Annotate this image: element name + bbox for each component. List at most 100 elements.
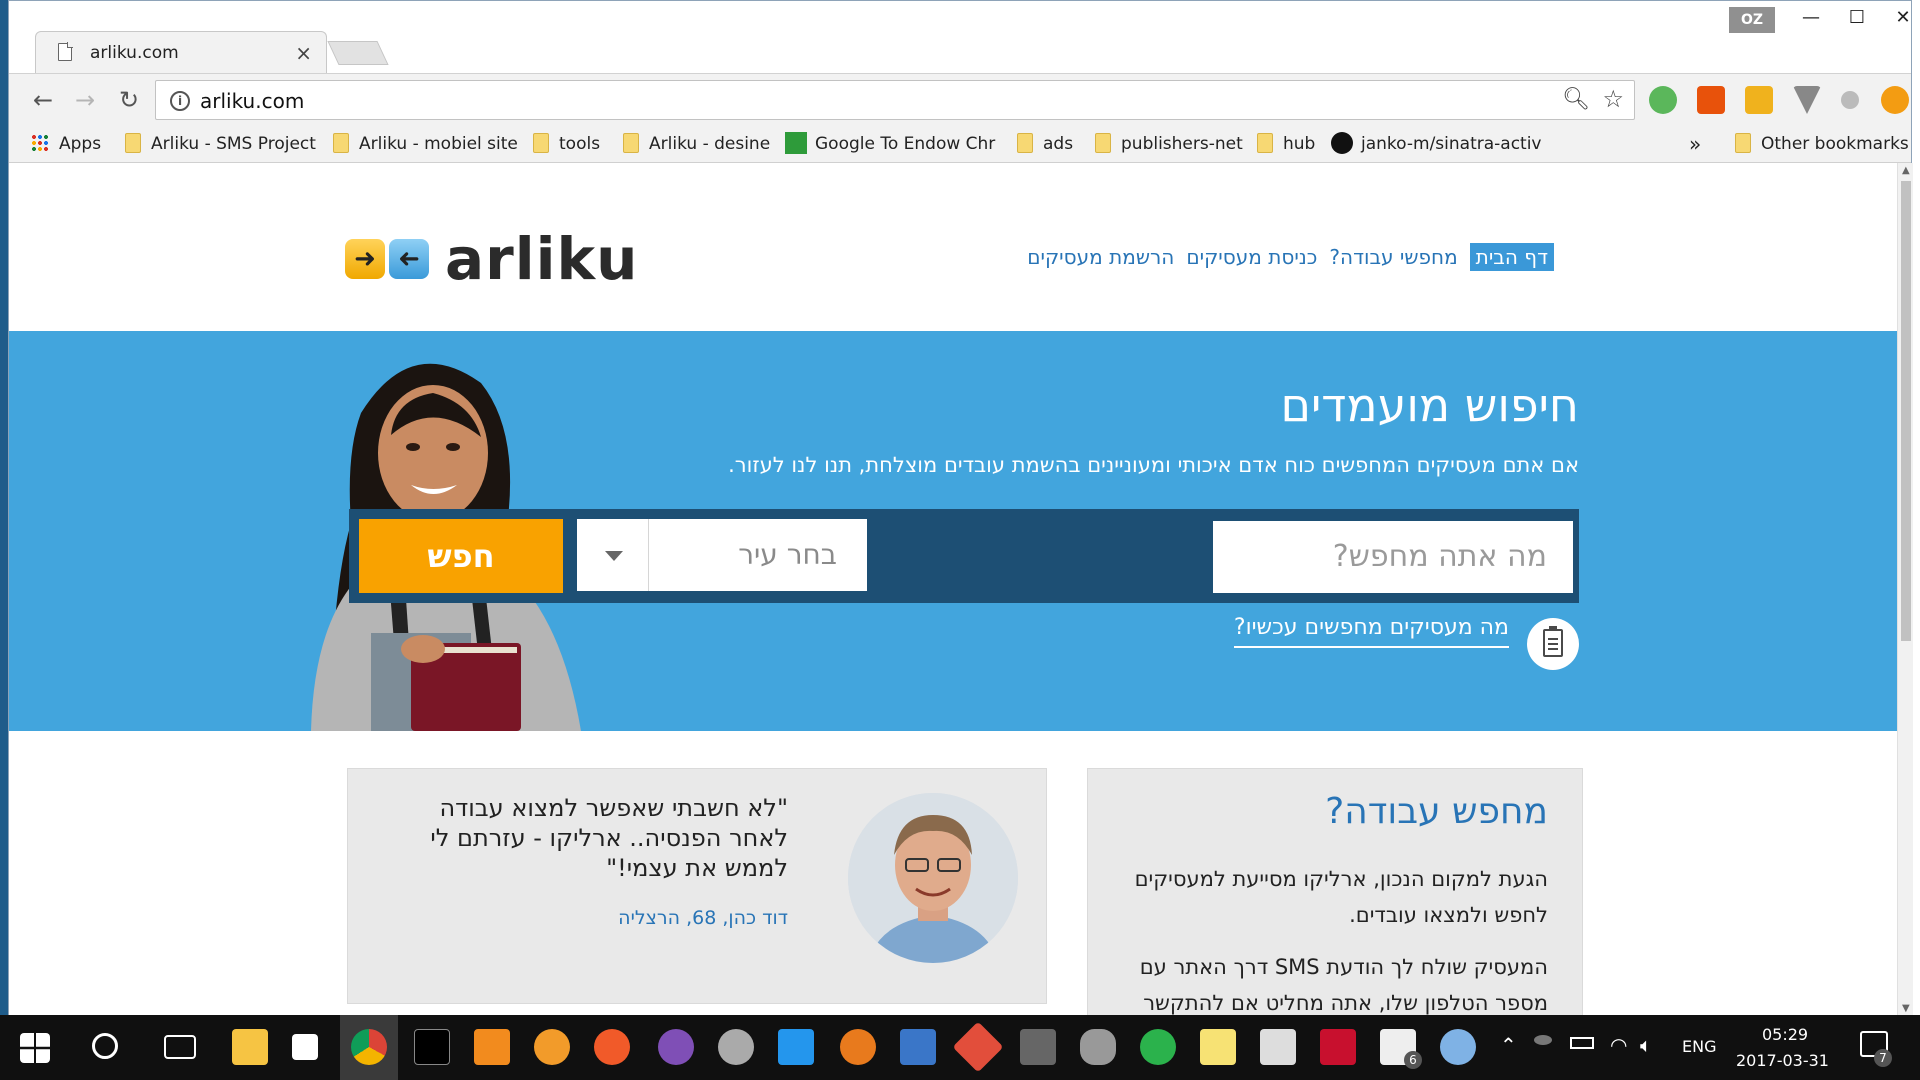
windows-start-icon[interactable] <box>20 1033 50 1063</box>
pencil-app-icon[interactable] <box>594 1029 630 1065</box>
testimonial-avatar <box>848 793 1018 963</box>
extension-puzzle-icon[interactable] <box>1649 86 1677 114</box>
city-select-value: בחר עיר <box>738 538 837 571</box>
search-input[interactable]: מה אתה מחפש? <box>1213 521 1573 593</box>
city-select[interactable]: בחר עיר <box>577 519 867 591</box>
other-bookmarks[interactable]: Other bookmarks <box>1735 131 1909 157</box>
clock-date[interactable]: 2017-03-31 <box>1736 1051 1829 1070</box>
file-explorer-icon[interactable] <box>232 1029 268 1065</box>
folder-icon <box>333 133 349 153</box>
nav-employer-login[interactable]: כניסת מעסיקים <box>1186 245 1317 269</box>
reload-icon[interactable]: ↻ <box>113 84 145 116</box>
media-player-icon[interactable] <box>534 1029 570 1065</box>
address-bar[interactable]: i arliku.com 🔍︎ ☆ <box>155 80 1635 120</box>
scroll-up-icon[interactable]: ▲ <box>1902 165 1910 176</box>
viber-icon[interactable] <box>658 1029 694 1065</box>
desktop-background <box>0 0 8 1015</box>
sticky-notes-icon[interactable] <box>1200 1029 1236 1065</box>
bookmark-sinatra[interactable]: janko-m/sinatra-activ <box>1331 131 1551 157</box>
bookmark-tools[interactable]: tools <box>533 131 600 157</box>
task-view-icon[interactable] <box>164 1035 196 1059</box>
bookmark-apps[interactable]: Apps <box>31 131 101 157</box>
tab-arliku[interactable]: arliku.com × <box>35 31 327 73</box>
browser-toolbar: ← → ↻ i arliku.com 🔍︎ ☆ <box>9 73 1911 125</box>
clock-time[interactable]: 05:29 <box>1762 1025 1808 1044</box>
wifi-icon[interactable]: ◠ <box>1610 1033 1627 1057</box>
page-scrollbar[interactable]: ▲ ▼ <box>1897 163 1913 1016</box>
sublime-text-icon[interactable] <box>474 1029 510 1065</box>
employers-searching-link[interactable]: מה מעסיקים מחפשים עכשיו? <box>1189 615 1509 655</box>
nav-job-seekers[interactable]: מחפשי עבודה? <box>1329 245 1457 269</box>
profile-badge[interactable]: OZ <box>1729 7 1775 33</box>
box-extension-icon[interactable] <box>1745 86 1773 114</box>
close-window-button[interactable]: ✕ <box>1875 3 1920 33</box>
search-bar: חפש בחר עיר מה אתה מחפש? <box>349 509 1579 603</box>
calculator-icon[interactable] <box>1260 1029 1296 1065</box>
scroll-down-icon[interactable]: ▼ <box>1902 1003 1910 1014</box>
store-icon[interactable] <box>292 1034 318 1060</box>
bookmark-arliku-desine[interactable]: Arliku - desine <box>623 131 770 157</box>
language-indicator[interactable]: ENG <box>1682 1037 1716 1056</box>
notifications-badge: 7 <box>1874 1049 1892 1067</box>
arliku-logo[interactable]: ➜ ➜ arliku <box>345 225 645 293</box>
network-app-icon[interactable] <box>900 1029 936 1065</box>
mcafee-icon[interactable] <box>1320 1029 1356 1065</box>
bookmarks-overflow-chevron-icon[interactable]: » <box>1689 131 1701 157</box>
fingerprint-icon[interactable] <box>718 1029 754 1065</box>
main-nav: דף הבית מחפשי עבודה? כניסת מעסיקים הרשמת מע… <box>1001 243 1554 275</box>
database-icon[interactable] <box>1080 1029 1116 1065</box>
nav-employer-signup[interactable]: הרשמת מעסיקים <box>1027 245 1174 269</box>
logo-arrow-left-icon: ➜ <box>389 239 429 279</box>
bookmark-ads[interactable]: ads <box>1017 131 1073 157</box>
testimonial-quote: "לא חשבתי שאפשר למצוא עבודה לאחר הפנסיה.… <box>430 794 788 882</box>
chrome-icon[interactable] <box>351 1029 387 1065</box>
bookmark-publishers-net[interactable]: publishers-net <box>1095 131 1243 157</box>
bookmark-arliku-sms[interactable]: Arliku - SMS Project <box>125 131 316 157</box>
office-extension-icon[interactable] <box>1697 86 1725 114</box>
clipboard-icon[interactable] <box>1527 618 1579 670</box>
whatsapp-icon[interactable] <box>1140 1029 1176 1065</box>
package-app-icon[interactable] <box>1020 1029 1056 1065</box>
job-seekers-paragraph-2: המעסיק שולח לך הודעת SMS דרך האתר עם מספ… <box>1139 955 1548 1015</box>
testimonial-card: "לא חשבתי שאפשר למצוא עבודה לאחר הפנסיה.… <box>347 768 1047 1004</box>
zoom-icon[interactable]: 🔍︎ <box>1562 87 1590 112</box>
chevron-down-icon[interactable] <box>577 519 649 591</box>
git-icon[interactable] <box>952 1021 1004 1073</box>
vivaldi-extension-icon[interactable] <box>1793 86 1821 114</box>
scrollbar-thumb[interactable] <box>1901 181 1911 641</box>
tab-close-icon[interactable]: × <box>295 41 312 65</box>
chrome-window: arliku.com × OZ — ☐ ✕ ← → ↻ i arliku.com… <box>8 0 1913 1016</box>
logo-arrow-right-icon: ➜ <box>345 239 385 279</box>
title-bar: arliku.com × OZ — ☐ ✕ <box>9 1 1911 73</box>
bookmark-google-endow[interactable]: Google To Endow Chr <box>785 131 1001 157</box>
docker-icon[interactable] <box>778 1029 814 1065</box>
bookmark-hub[interactable]: hub <box>1257 131 1315 157</box>
new-tab-button[interactable] <box>327 41 389 65</box>
paint-icon[interactable] <box>1440 1029 1476 1065</box>
job-seekers-paragraph-1: הגעת למקום הנכון, ארליקו מסייעת למעסיקים… <box>1134 867 1548 927</box>
cloud-icon[interactable] <box>1534 1035 1552 1045</box>
tray-chevron-up-icon[interactable]: ⌃ <box>1500 1033 1517 1057</box>
folder-icon <box>1017 133 1033 153</box>
sync-app-icon[interactable] <box>840 1029 876 1065</box>
page-viewport: ➜ ➜ arliku דף הבית מחפשי עבודה? כניסת מעסי… <box>9 163 1897 1016</box>
battery-icon[interactable] <box>1570 1037 1594 1049</box>
bookmarks-bar: Apps Arliku - SMS Project Arliku - mobie… <box>9 125 1911 163</box>
alert-extension-icon[interactable] <box>1881 86 1909 114</box>
logo-text: arliku <box>445 225 639 293</box>
screen: arliku.com × OZ — ☐ ✕ ← → ↻ i arliku.com… <box>0 0 1920 1080</box>
testimonial-author: דוד כהן, 68, הרצליה <box>618 907 788 929</box>
search-icon[interactable] <box>92 1033 118 1059</box>
terminal-icon[interactable] <box>414 1029 450 1065</box>
bookmark-arliku-mobile[interactable]: Arliku - mobiel site <box>333 131 518 157</box>
site-info-icon[interactable]: i <box>170 91 190 111</box>
volume-icon[interactable]: 🔈︎ <box>1640 1033 1652 1057</box>
bookmark-star-icon[interactable]: ☆ <box>1602 85 1624 113</box>
search-button[interactable]: חפש <box>359 519 563 593</box>
job-seekers-title: מחפש עבודה? <box>1325 791 1548 832</box>
mail-badge: 6 <box>1404 1051 1422 1069</box>
nav-home[interactable]: דף הבית <box>1469 243 1554 271</box>
forward-arrow-icon[interactable]: → <box>69 84 101 116</box>
grey-dot-extension-icon[interactable] <box>1841 91 1859 109</box>
back-arrow-icon[interactable]: ← <box>27 84 59 116</box>
